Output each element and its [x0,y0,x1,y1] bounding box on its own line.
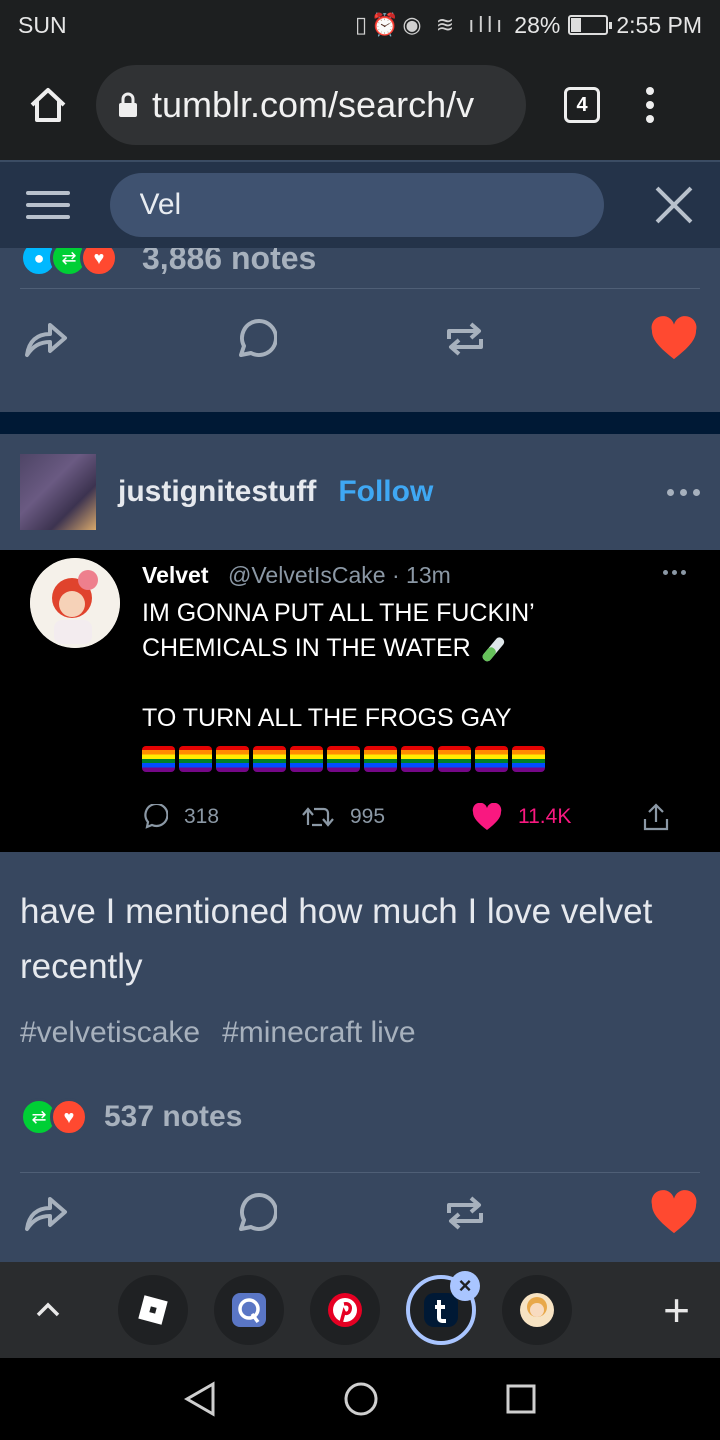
tweet-line-with-emoji: CHEMICALS IN THE WATER [142,631,662,666]
post-actions [0,289,720,389]
tag[interactable]: #velvetiscake [20,1016,200,1050]
url-text: tumblr.com/search/v [152,84,475,125]
roblox-tab[interactable] [118,1275,188,1345]
tab-group-strip: × + [0,1262,720,1358]
battery-fill [571,18,582,32]
heart-icon [472,803,502,830]
tweet-retweet: 995 [302,805,472,829]
user-avatar-icon [520,1293,554,1327]
lock-icon [119,92,137,117]
rainbow-flag-icon [327,746,360,772]
upload-share-icon [643,803,669,831]
follow-button[interactable]: Follow [338,475,433,509]
tumblr-search-header [0,160,720,248]
tumblr-tab[interactable]: × [406,1271,480,1345]
notes-count: 537 notes [104,1100,243,1133]
close-search-icon[interactable] [654,185,694,225]
browser-toolbar: tumblr.com/search/v 4 [0,50,720,160]
post-more-options-icon[interactable] [667,488,700,496]
blog-avatar[interactable] [20,454,96,530]
rainbow-flag-icon [475,746,508,772]
reply-count: 318 [184,805,220,828]
tweet-share [642,802,670,832]
tweet-more-icon [663,570,686,575]
rainbow-flag-icon [438,746,471,772]
close-tab-icon[interactable]: × [450,1271,480,1301]
home-circle-icon[interactable] [343,1381,379,1417]
pinterest-icon [328,1293,362,1327]
reply-icon[interactable] [231,1189,279,1237]
retweet-count: 995 [350,805,386,828]
status-day: SUN [18,11,67,38]
tag[interactable]: #minecraft live [222,1016,415,1050]
home-icon [30,88,66,122]
like-heart-icon[interactable] [650,315,698,363]
tweet-line: IM GONNA PUT ALL THE FUCKIN’ [142,599,535,627]
reply-icon[interactable] [231,315,279,363]
tweet-reply: 318 [142,804,302,830]
hamburger-menu-icon[interactable] [26,191,70,219]
battery-icon [568,15,613,35]
post-card: justignitestuff Follow Velvet @VelvetIsC… [0,434,720,1262]
notes-row[interactable]: ● ⇄ ♥ 3,886 notes [0,248,720,288]
tweet-like: 11.4K [472,803,642,831]
share-icon[interactable] [22,315,70,363]
like-note-icon: ♥ [50,1098,88,1136]
quora-tab[interactable] [214,1275,284,1345]
search-input[interactable] [109,173,605,237]
like-count: 11.4K [518,805,572,828]
rainbow-flag-icon [179,746,212,772]
browser-menu-button[interactable] [646,87,654,123]
notes-row[interactable]: ⇄ ♥ 537 notes [0,1050,720,1136]
notes-count: 3,886 notes [142,248,317,276]
back-icon[interactable] [183,1381,217,1417]
rainbow-flag-icon [364,746,397,772]
system-navigation-bar [0,1358,720,1440]
tweet-line: CHEMICALS IN THE WATER [142,634,471,662]
battery-percent: 28% [514,11,561,38]
post-header: justignitestuff Follow [0,434,720,550]
like-heart-icon[interactable] [650,1189,698,1237]
test-tube-icon [482,637,504,662]
post-tags: #velvetiscake #minecraft live [0,994,720,1050]
share-icon[interactable] [22,1189,70,1237]
rainbow-flag-icon [512,746,545,772]
reblog-icon[interactable] [441,315,489,363]
comment-icon [144,804,168,829]
avatar-tab[interactable] [502,1275,572,1345]
tweet-text: IM GONNA PUT ALL THE FUCKIN’ CHEMICALS I… [142,596,662,736]
recents-icon[interactable] [505,1383,537,1415]
quora-icon [232,1293,266,1327]
home-button[interactable] [20,77,76,133]
previous-post-footer: ● ⇄ ♥ 3,886 notes [0,248,720,412]
rainbow-flags [142,746,545,772]
tweet-line: TO TURN ALL THE FROGS GAY [142,704,512,732]
tweet-screenshot: Velvet @VelvetIsCake · 13m IM GONNA PUT … [0,550,720,852]
add-tab-button[interactable]: + [663,1283,690,1337]
reblog-icon[interactable] [441,1189,489,1237]
retweet-icon [302,807,334,827]
rainbow-flag-icon [253,746,286,772]
status-bar: SUN ▯⏰◉ ≋ ıllı 28% 2:55 PM [0,0,720,50]
roblox-icon [138,1295,168,1325]
tab-switcher-button[interactable]: 4 [564,87,600,123]
tweet-handle-time: @VelvetIsCake · 13m [228,562,451,588]
tweet-author-name: Velvet [142,562,209,588]
search-results-feed: ● ⇄ ♥ 3,886 notes justignitestuff Follow… [0,248,720,1262]
like-note-icon: ♥ [80,248,118,277]
status-icons: ▯⏰◉ ≋ ıllı [354,12,507,37]
post-actions [0,1173,720,1237]
address-bar[interactable]: tumblr.com/search/v [96,65,526,145]
status-time: 2:55 PM [616,11,702,38]
rainbow-flag-icon [401,746,434,772]
tweet-actions: 318 995 11.4K [142,802,702,832]
post-caption: have I mentioned how much I love velvet … [20,892,653,986]
blog-name[interactable]: justignitestuff [118,475,316,509]
tweet-avatar [30,558,120,648]
rainbow-flag-icon [142,746,175,772]
rainbow-flag-icon [216,746,249,772]
pinterest-tab[interactable] [310,1275,380,1345]
rainbow-flag-icon [290,746,323,772]
chevron-up-icon[interactable] [30,1292,66,1328]
